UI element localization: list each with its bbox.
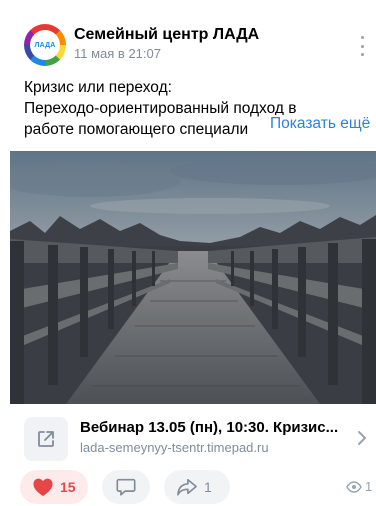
- post-photo[interactable]: [10, 151, 376, 404]
- menu-dot: [360, 36, 364, 39]
- share-arrow-icon: [177, 478, 197, 496]
- more-options-icon[interactable]: [358, 36, 366, 56]
- post-text-line: Кризис или переход:: [24, 79, 172, 96]
- share-button[interactable]: 1: [164, 470, 230, 504]
- post-actions: 15 1 1: [20, 470, 376, 504]
- menu-dot: [360, 44, 364, 48]
- share-count: 1: [204, 479, 212, 495]
- post-header: ЛАДА Семейный центр ЛАДА 11 мая в 21:07: [24, 22, 364, 68]
- link-snippet[interactable]: Вебинар 13.05 (пн), 10:30. Кризис... lad…: [24, 415, 376, 463]
- eye-icon: [346, 480, 362, 493]
- post-card: ЛАДА Семейный центр ЛАДА 11 мая в 21:07 …: [0, 0, 376, 506]
- views-counter: 1: [346, 479, 372, 494]
- avatar-logo-text: ЛАДА: [34, 41, 56, 49]
- like-count: 15: [60, 479, 76, 495]
- chevron-right-icon: [358, 431, 366, 445]
- views-count: 1: [365, 479, 373, 494]
- link-title: Вебинар 13.05 (пн), 10:30. Кризис...: [80, 419, 339, 436]
- external-link-icon: [24, 417, 68, 461]
- boardwalk-photo-icon: [10, 151, 376, 404]
- post-date[interactable]: 11 мая в 21:07: [74, 46, 161, 61]
- author-name[interactable]: Семейный центр ЛАДА: [74, 26, 259, 44]
- author-avatar[interactable]: ЛАДА: [24, 24, 66, 66]
- comment-button[interactable]: [102, 470, 150, 504]
- comment-icon: [116, 478, 136, 496]
- link-url: lada-semeynyy-tsentr.timepad.ru: [80, 440, 269, 455]
- heart-icon: [33, 478, 53, 497]
- like-button[interactable]: 15: [20, 470, 88, 504]
- show-more-link[interactable]: Показать ещё: [266, 115, 371, 133]
- menu-dot: [360, 53, 364, 56]
- avatar-logo: ЛАДА: [30, 30, 60, 60]
